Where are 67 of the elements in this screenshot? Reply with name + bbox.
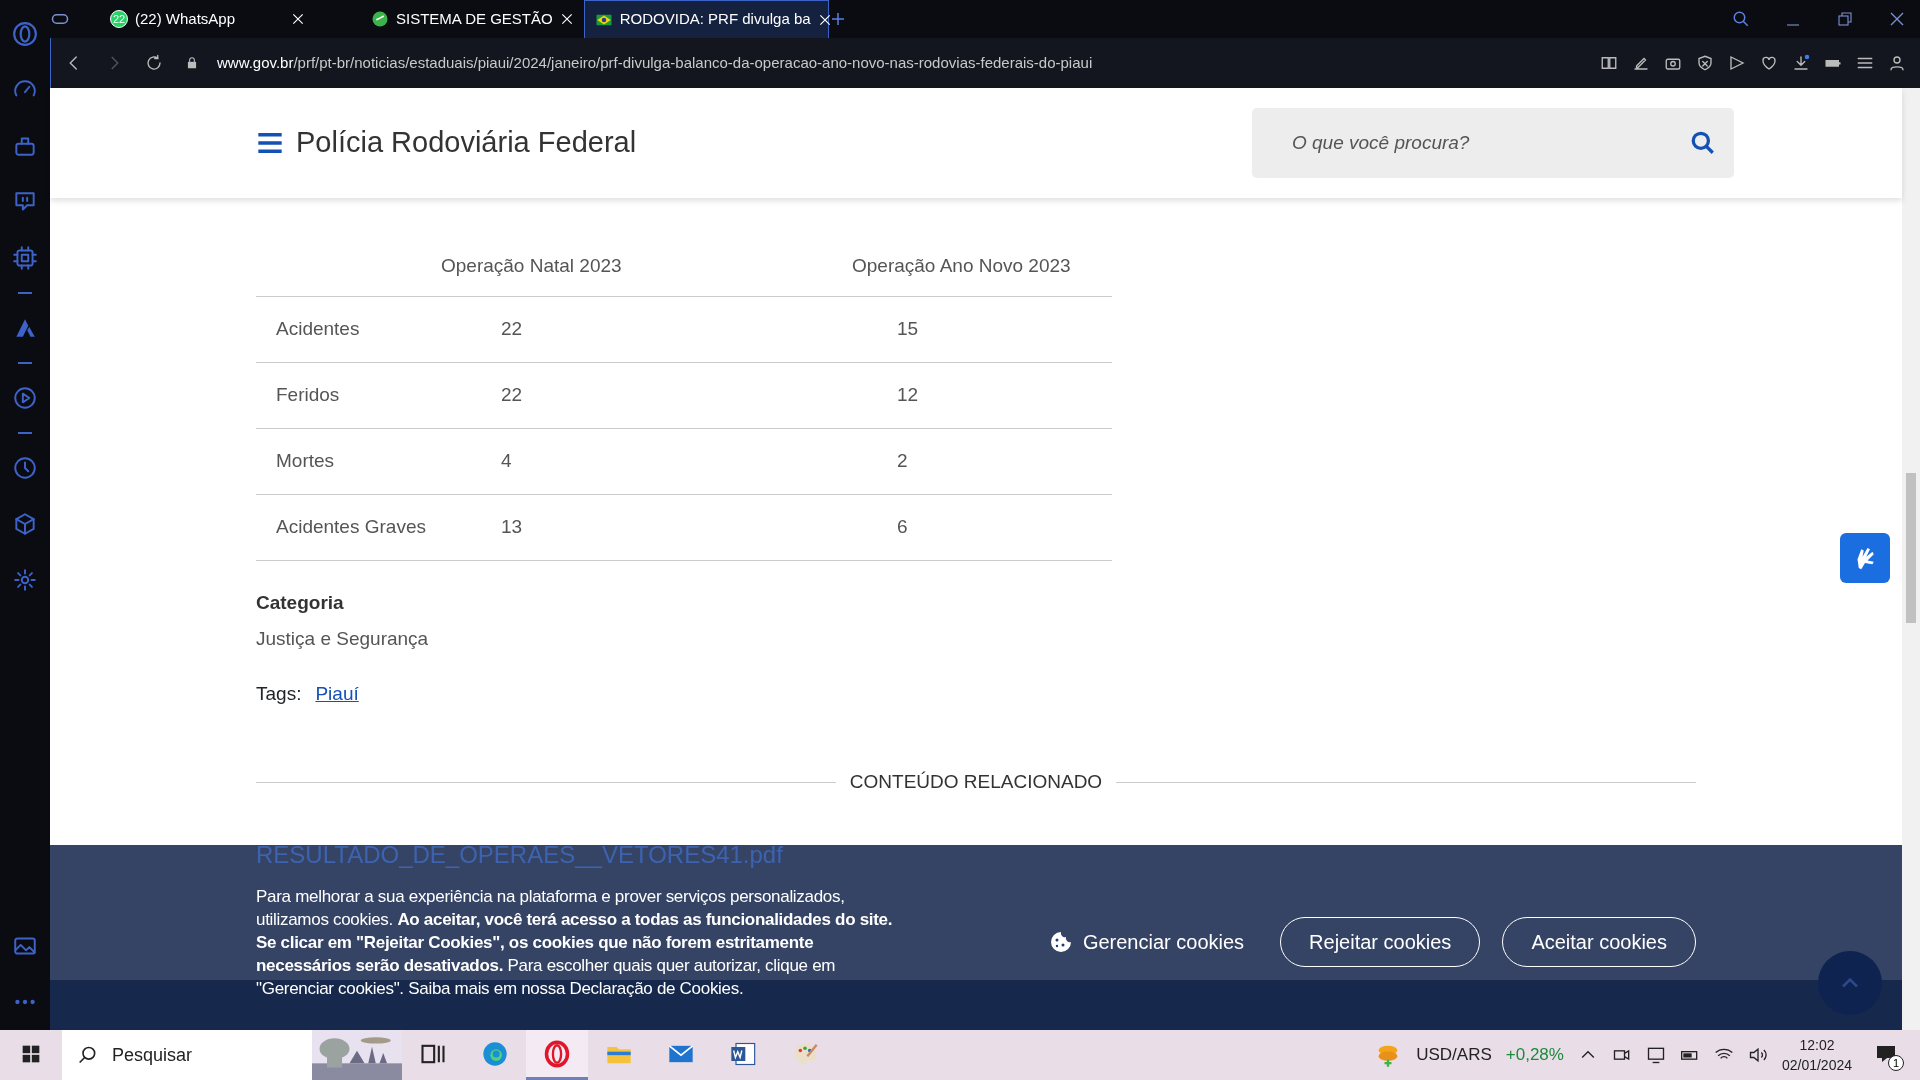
speaker-icon[interactable] (1747, 1045, 1768, 1065)
column-header: Operação Natal 2023 (426, 236, 827, 296)
close-icon[interactable] (1888, 10, 1906, 28)
download-icon[interactable] (1792, 54, 1810, 72)
ticker-label: USD/ARS (1416, 1044, 1492, 1067)
edge-logo-icon (481, 1039, 509, 1068)
heart-icon[interactable] (1760, 54, 1778, 72)
section-heading: CONTEÚDO RELACIONADO (849, 770, 1103, 794)
clock-icon[interactable] (12, 455, 38, 481)
manage-cookies-button[interactable]: Gerenciar cookies (1034, 917, 1259, 967)
browser-tab[interactable]: RODOVIDA: PRF divulga ba (583, 0, 829, 38)
user-icon[interactable] (1888, 54, 1906, 72)
close-icon[interactable] (291, 12, 305, 26)
notification-button[interactable]: 1 (1866, 1030, 1906, 1080)
table-cell: 4 (426, 428, 827, 494)
table-cell: 6 (826, 494, 1112, 560)
clock-time[interactable]: 12:02 (1781, 1035, 1852, 1055)
cookie-icon (1048, 930, 1073, 954)
clock-date[interactable]: 02/01/2024 (1781, 1055, 1852, 1075)
search-icon[interactable] (1732, 10, 1750, 28)
table-cell: Acidentes Graves (256, 494, 427, 560)
chevron-up-icon (1841, 978, 1859, 988)
restore-icon[interactable] (1836, 10, 1854, 28)
search-icon[interactable] (1690, 130, 1716, 156)
cookie-policy-link[interactable]: Declaração de Cookies (569, 979, 739, 998)
chip-icon[interactable] (12, 245, 38, 271)
table-cell: Mortes (256, 428, 427, 494)
table-cell: 22 (426, 296, 827, 362)
tags-label: Tags: (256, 681, 302, 706)
tab-badge: 22 (110, 10, 128, 28)
table-cell: 12 (826, 362, 1112, 428)
opera-logo-icon[interactable] (12, 21, 38, 47)
tag-link[interactable]: Piauí (315, 679, 359, 708)
opera-logo-icon (543, 1039, 571, 1068)
table-cell: 13 (426, 494, 827, 560)
taskbar-search-field[interactable]: Pesquisar (62, 1030, 312, 1080)
play-icon[interactable] (12, 385, 38, 411)
accessibility-button[interactable] (1840, 533, 1890, 583)
windows-logo-icon (21, 1043, 41, 1064)
site-title: Polícia Rodoviária Federal (296, 125, 637, 161)
browser-tab[interactable]: SISTEMA DE GESTÃO (315, 0, 584, 38)
scrollbar-thumb[interactable] (1906, 473, 1916, 623)
category-heading: Categoria (256, 590, 345, 615)
reload-icon[interactable] (145, 54, 163, 72)
browser-tab[interactable]: 22 (22) WhatsApp (70, 0, 315, 38)
search-field[interactable]: O que você procura? (1252, 108, 1734, 178)
send-icon[interactable] (1728, 54, 1746, 72)
table-cell: Feridos (256, 362, 427, 428)
table-cell: 22 (426, 362, 827, 428)
lock-icon (185, 56, 199, 70)
cube-icon[interactable] (12, 511, 38, 537)
shield-icon[interactable] (1696, 54, 1714, 72)
table-cell: Acidentes (256, 296, 427, 362)
table-cell: 15 (826, 296, 1112, 362)
column-header: Operação Ano Novo 2023 (826, 236, 1112, 296)
monitor-icon[interactable] (1645, 1045, 1666, 1065)
close-icon[interactable] (559, 12, 574, 26)
close-icon[interactable] (817, 12, 832, 27)
cookie-button[interactable]: Aceitar cookies (1502, 917, 1696, 967)
search-icon (78, 1045, 98, 1065)
category-value: Justiça e Segurança (256, 627, 430, 651)
book-icon[interactable] (1600, 54, 1618, 72)
cookie-button[interactable]: Rejeitar cookies (1280, 917, 1481, 967)
notification-count: 1 (1888, 1055, 1904, 1071)
cookie-text: Para melhorar a sua experiência na plataforma e prover serviços personalizados, utilizamos cookies. Ao aceitar, você terá acesso a todas as funcionalidades do site. Se clicar em "Rejeitar Cookies", os cookies que não forem estritamente necessários serão desativados. Para escolher quais quer autorizar, clique em "Gerenciar cookies". Saiba mais em nossa Declaração de Cookies. (256, 886, 894, 1000)
table-cell: 2 (826, 428, 1112, 494)
ticker-change: +0,28% (1505, 1044, 1564, 1067)
